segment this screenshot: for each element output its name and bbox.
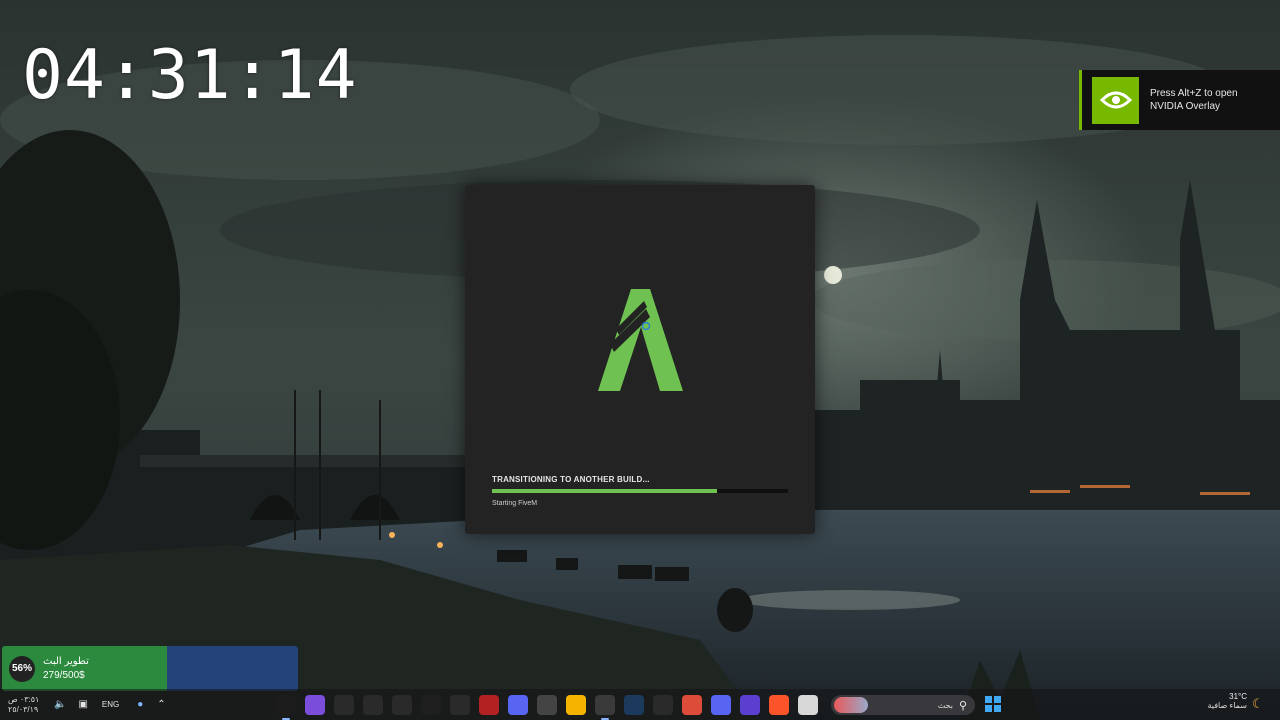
loading-status-text: TRANSITIONING TO ANOTHER BUILD... [492, 475, 650, 484]
nvidia-logo-icon [1092, 76, 1139, 124]
gear-app-icon[interactable] [392, 694, 412, 715]
nvidia-overlay-toast[interactable]: Press Alt+Z to open NVIDIA Overlay [1079, 70, 1280, 130]
start-button[interactable] [985, 696, 1001, 712]
search-highlight-image [834, 697, 868, 713]
volume-icon[interactable]: 🔈 [54, 699, 66, 710]
tray-date: ٢٥/٠٣/١٩ [8, 704, 39, 714]
stream-goal-remaining [167, 646, 298, 691]
language-indicator[interactable]: ENG [102, 700, 119, 709]
stream-goal-percent: 56% [9, 655, 35, 682]
weather-temperature: 31°C [1229, 692, 1247, 701]
files-app-icon[interactable] [798, 694, 818, 715]
stream-goal-progress: 56% تطوير البث 279/500$ [2, 646, 167, 691]
brave-icon[interactable] [769, 694, 789, 715]
mail-app-icon[interactable] [653, 694, 673, 715]
media-app-icon[interactable] [740, 694, 760, 715]
moon-icon: ☾ [1252, 696, 1264, 711]
loading-substatus-text: Starting FiveM [492, 500, 538, 507]
stream-goal-widget: 56% تطوير البث 279/500$ [2, 646, 298, 691]
fivem-logo-icon [598, 289, 683, 391]
microphone-icon[interactable]: ● [137, 699, 143, 710]
yellow-app-icon[interactable] [566, 694, 586, 715]
nvidia-toast-line1: Press Alt+Z to open [1150, 88, 1238, 99]
windows-logo-pane [985, 705, 992, 712]
cube-app-icon[interactable] [537, 694, 557, 715]
windows-logo-pane [994, 696, 1001, 703]
windows-logo-pane [985, 696, 992, 703]
discord-icon[interactable] [508, 694, 528, 715]
search-icon: ⚲ [958, 699, 967, 712]
loading-progress-bar [492, 489, 788, 493]
obs-icon[interactable] [276, 694, 296, 720]
steam-icon[interactable] [624, 694, 644, 715]
loading-progress-fill [492, 489, 717, 493]
stream-goal-amount: 279/500$ [43, 669, 85, 681]
clock-overlay: 04:31:14 [22, 36, 358, 115]
stream-goal-title: تطوير البث [43, 655, 89, 667]
chevron-up-icon[interactable]: ⌃ [157, 699, 165, 710]
record-app-icon[interactable] [595, 694, 615, 720]
fivem-icon[interactable] [421, 694, 441, 715]
weather-widget[interactable]: 31°C سماء صافية [1205, 692, 1247, 710]
taskbar: ٠٣:٥١ ص ٢٥/٠٣/١٩ 🔈 ▣ ENG ● ⌃ [0, 689, 1280, 720]
system-tray: ٠٣:٥١ ص ٢٥/٠٣/١٩ 🔈 ▣ ENG ● ⌃ [8, 689, 166, 720]
nvidia-toast-line2: NVIDIA Overlay [1150, 101, 1221, 112]
fivem-loading-window[interactable]: TRANSITIONING TO ANOTHER BUILD... Starti… [465, 185, 815, 534]
weather-description: سماء صافية [1207, 701, 1247, 710]
taskbar-search-box[interactable]: بحث ⚲ [831, 695, 975, 715]
kanji-app-icon[interactable] [450, 694, 470, 715]
taskbar-app-list [276, 689, 827, 720]
tray-clock[interactable]: ٠٣:٥١ ص ٢٥/٠٣/١٩ [8, 695, 42, 715]
app-grid-icon[interactable] [305, 694, 325, 715]
windows-logo-pane [994, 705, 1001, 712]
network-icon[interactable]: ▣ [78, 699, 87, 710]
discord-alt-icon[interactable] [711, 694, 731, 715]
tray-time: ٠٣:٥١ ص [8, 694, 40, 704]
adobe-app-icon[interactable] [363, 694, 383, 715]
alien-app-icon[interactable] [334, 694, 354, 715]
chrome-icon[interactable] [682, 694, 702, 715]
search-placeholder: بحث [937, 700, 953, 710]
red-app-icon[interactable] [479, 694, 499, 715]
